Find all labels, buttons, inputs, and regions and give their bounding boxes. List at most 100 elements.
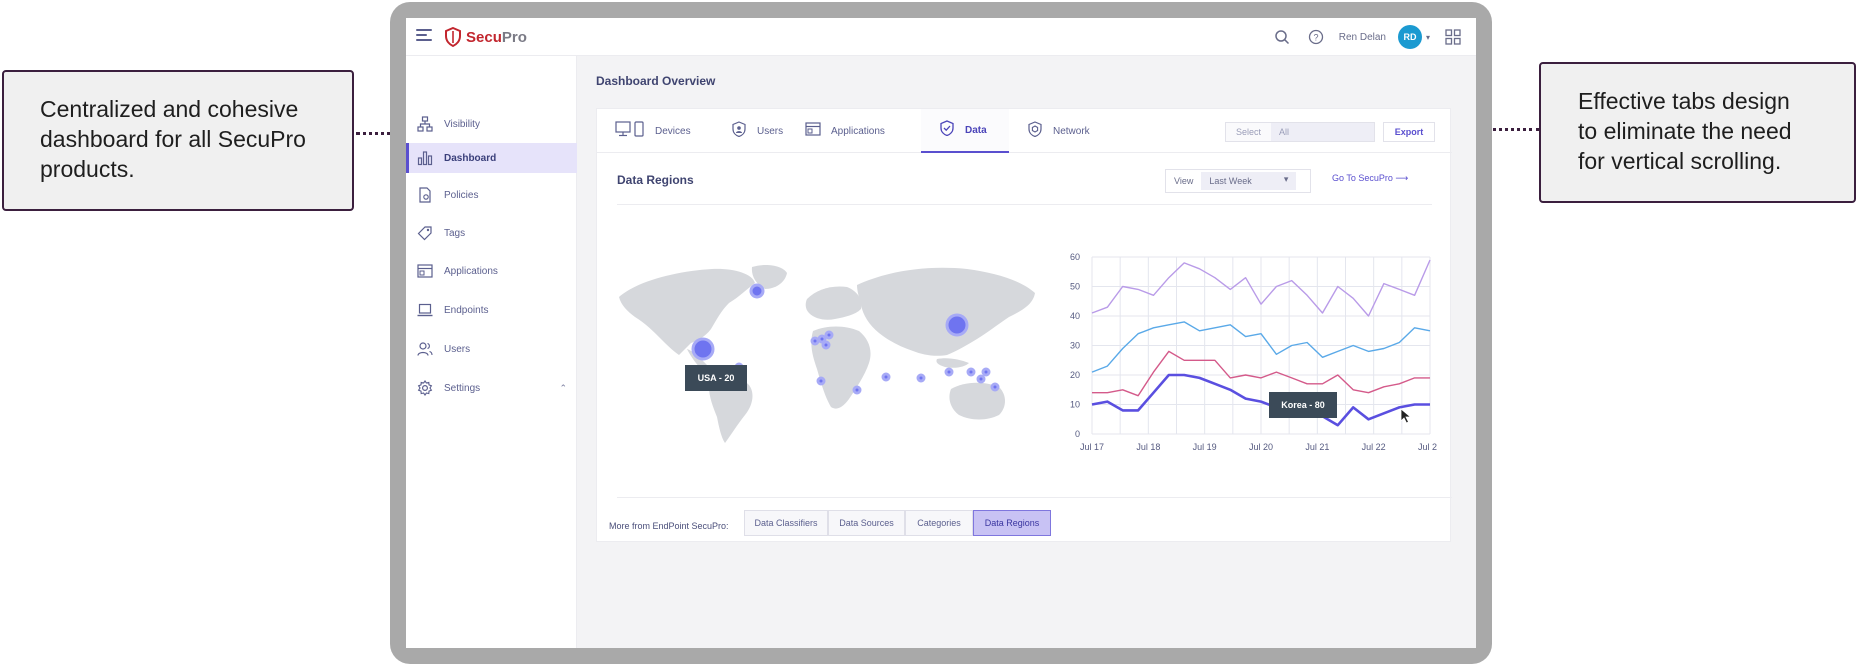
filter-select[interactable]: Select All	[1225, 122, 1375, 142]
devices-icon	[615, 120, 645, 142]
tab-label: Users	[757, 125, 784, 137]
goto-secupro-link[interactable]: Go To SecuPro ⟶	[1332, 173, 1408, 184]
x-tick-label: Jul 19	[1193, 442, 1217, 452]
gear-icon	[416, 379, 434, 397]
marker-usa	[691, 337, 715, 361]
more-data-classifiers-button[interactable]: Data Classifiers	[744, 510, 828, 536]
marker-africa-1	[816, 376, 826, 386]
sidebar-item-label: Applications	[444, 265, 498, 277]
dashboard-card: Devices Users Applications Data Network	[596, 108, 1452, 542]
callout-left-line-2: dashboard for all SecuPro	[40, 126, 306, 152]
svg-text:?: ?	[1313, 33, 1318, 43]
tab-label: Network	[1053, 125, 1090, 137]
y-tick-label: 40	[1070, 311, 1080, 321]
marker-india	[916, 373, 926, 383]
more-data-regions-button[interactable]: Data Regions	[973, 510, 1051, 536]
callout-tabs-note: Effective tabs design to eliminate the n…	[1539, 62, 1856, 203]
callout-right-line-3: for vertical scrolling.	[1578, 148, 1782, 174]
app-grid-icon[interactable]	[1442, 26, 1464, 48]
document-search-icon	[416, 186, 434, 204]
map-tooltip: USA - 20	[685, 365, 747, 391]
view-select[interactable]: View Last Week	[1165, 169, 1311, 193]
view-select-value: Last Week	[1201, 172, 1297, 190]
sidebar-item-users[interactable]: Users	[406, 334, 577, 364]
filter-select-value: All	[1271, 123, 1374, 141]
avatar[interactable]: RD	[1397, 25, 1422, 49]
laptop-icon	[416, 301, 434, 319]
menu-toggle-icon[interactable]	[416, 29, 432, 43]
marker-seasia-2	[966, 367, 976, 377]
y-tick-label: 50	[1070, 282, 1080, 292]
continents	[619, 265, 1035, 443]
marker-asia	[945, 313, 969, 337]
marker-pacific	[990, 382, 1000, 392]
search-icon[interactable]	[1271, 26, 1293, 48]
tab-applications[interactable]: Applications	[787, 109, 903, 153]
sidebar-item-label: Endpoints	[444, 304, 489, 316]
marker-canada	[749, 283, 765, 299]
tab-bar: Devices Users Applications Data Network	[597, 109, 1452, 153]
y-tick-label: 10	[1070, 400, 1080, 410]
callout-left-line-1: Centralized and cohesive	[40, 96, 299, 122]
callout-right-line-1: Effective tabs design	[1578, 88, 1790, 114]
marker-europe-1	[810, 336, 820, 346]
more-data-sources-button[interactable]: Data Sources	[828, 510, 905, 536]
x-tick-label: Jul 23	[1418, 442, 1437, 452]
sidebar-item-applications[interactable]: Applications	[406, 256, 577, 286]
sidebar-item-policies[interactable]: Policies	[406, 180, 577, 210]
more-categories-button[interactable]: Categories	[905, 510, 973, 536]
sidebar-item-settings[interactable]: Settings ⌃	[406, 373, 577, 403]
hierarchy-icon	[416, 115, 434, 133]
presentation-page: Centralized and cohesive dashboard for a…	[0, 0, 1858, 665]
tag-icon	[416, 224, 434, 242]
x-tick-label: Jul 22	[1362, 442, 1386, 452]
y-tick-label: 0	[1075, 429, 1080, 439]
sidebar-item-label: Dashboard	[444, 152, 497, 164]
tab-label: Data	[965, 124, 987, 136]
section-divider	[617, 204, 1432, 205]
browser-window-icon	[416, 262, 434, 280]
y-tick-label: 20	[1070, 370, 1080, 380]
marker-europe-3	[821, 340, 831, 350]
top-bar-actions: ? Ren Delan RD ▾	[1271, 25, 1464, 49]
marker-seasia-3	[976, 374, 986, 384]
brand-logo[interactable]: SecuPro	[444, 26, 527, 48]
sidebar-item-visibility[interactable]: Visibility	[406, 109, 577, 139]
section-title: Data Regions	[617, 173, 694, 187]
world-map[interactable]	[617, 259, 1037, 449]
marker-seasia-4	[981, 367, 991, 377]
user-menu-caret-icon[interactable]: ▾	[1426, 33, 1430, 42]
tab-data[interactable]: Data	[921, 109, 1009, 153]
y-tick-label: 60	[1070, 252, 1080, 262]
bottom-divider	[617, 497, 1452, 498]
bar-chart-icon	[416, 149, 434, 167]
top-bar: SecuPro ? Ren Delan RD ▾	[406, 18, 1476, 56]
sidebar-item-endpoints[interactable]: Endpoints	[406, 295, 577, 325]
sidebar-item-dashboard[interactable]: Dashboard	[406, 143, 577, 173]
shield-logo-icon	[445, 27, 461, 47]
shield-user-icon	[731, 120, 747, 142]
app-screen: SecuPro ? Ren Delan RD ▾ Visibility Dash…	[406, 18, 1476, 648]
marker-mideast	[881, 372, 891, 382]
user-name[interactable]: Ren Delan	[1339, 32, 1386, 43]
callout-left-line-3: products.	[40, 156, 135, 182]
filter-select-label: Select	[1236, 127, 1262, 137]
tab-label: Devices	[655, 125, 691, 137]
chevron-up-icon[interactable]: ⌃	[559, 383, 567, 394]
tab-network[interactable]: Network	[1009, 109, 1108, 153]
y-tick-label: 30	[1070, 341, 1080, 351]
x-tick-label: Jul 20	[1249, 442, 1273, 452]
sidebar-item-label: Tags	[444, 227, 466, 239]
export-button[interactable]: Export	[1383, 122, 1435, 142]
cursor-icon	[1400, 408, 1412, 424]
marker-europe-4	[824, 330, 834, 340]
brand-name-primary: Secu	[466, 28, 502, 46]
help-icon[interactable]: ?	[1305, 26, 1327, 48]
tab-label: Applications	[831, 125, 885, 137]
sidebar-item-tags[interactable]: Tags	[406, 218, 577, 248]
view-select-label: View	[1174, 176, 1194, 186]
marker-seasia-1	[944, 367, 954, 377]
tab-devices[interactable]: Devices	[597, 109, 709, 153]
brand-name-secondary: Pro	[501, 28, 527, 46]
line-chart[interactable]: 0 10 20 30 40 50 60 Jul 17 Jul 18 Jul 19 Jul 20 Jul…	[1062, 249, 1437, 464]
